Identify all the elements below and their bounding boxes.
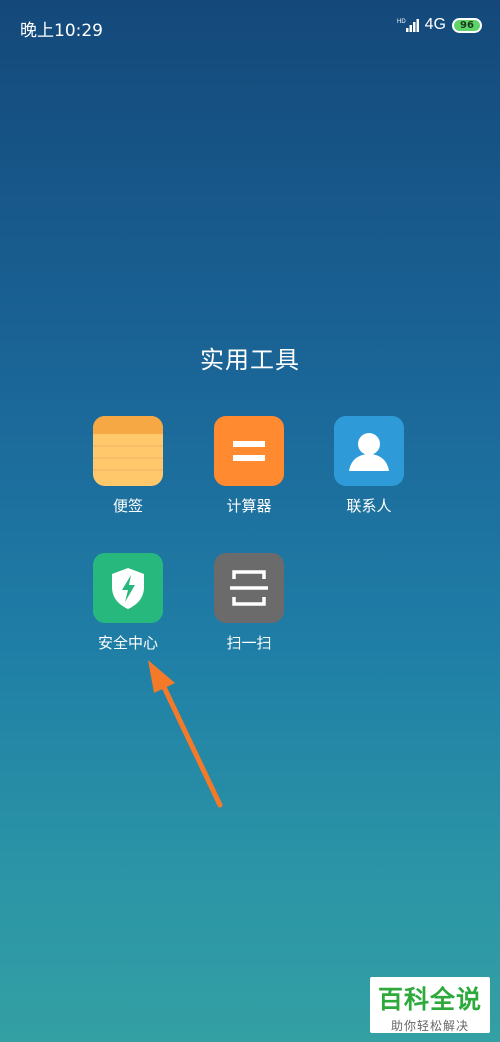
signal-icon: HD xyxy=(397,19,419,32)
app-contacts[interactable]: 联系人 xyxy=(309,416,429,516)
app-label-scanner: 扫一扫 xyxy=(226,634,272,652)
battery-level: 96 xyxy=(460,19,474,31)
app-label-notes: 便签 xyxy=(112,497,143,515)
security-center-icon xyxy=(93,553,163,623)
contacts-icon xyxy=(334,416,404,486)
notes-icon xyxy=(93,416,163,486)
annotation-arrow xyxy=(148,660,223,808)
svg-text:HD: HD xyxy=(397,19,406,25)
app-label-contacts: 联系人 xyxy=(346,497,392,515)
app-scanner[interactable]: 扫一扫 xyxy=(189,553,309,653)
calculator-icon xyxy=(214,416,284,486)
watermark-logo: 百科全说 助你轻松解决 xyxy=(370,977,490,1033)
app-notes[interactable]: 便签 xyxy=(68,416,188,516)
status-bar: 晚上10:29 HD 4G 96 xyxy=(0,0,500,56)
app-security-center[interactable]: 安全中心 xyxy=(68,553,188,653)
status-time: 晚上10:29 xyxy=(20,21,103,41)
battery-icon: 96 xyxy=(452,17,482,33)
app-label-security-center: 安全中心 xyxy=(97,634,158,652)
status-indicators: HD 4G 96 xyxy=(397,16,482,34)
folder-title: 实用工具 xyxy=(200,346,300,374)
network-type: 4G xyxy=(424,16,446,33)
watermark-subtitle: 助你轻松解决 xyxy=(390,1019,469,1033)
watermark-title: 百科全说 xyxy=(377,985,482,1014)
app-label-calculator: 计算器 xyxy=(226,497,272,515)
app-calculator[interactable]: 计算器 xyxy=(189,416,309,516)
scanner-icon xyxy=(214,553,284,623)
